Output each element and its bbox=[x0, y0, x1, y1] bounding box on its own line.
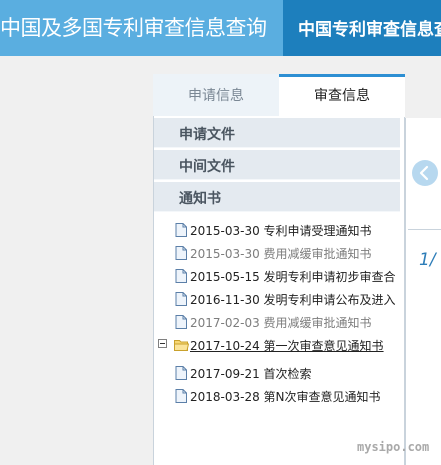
section-label: 中间文件 bbox=[179, 159, 235, 175]
section-application-files[interactable]: 申请文件 bbox=[154, 118, 400, 148]
tree-item[interactable]: 2017-09-21 首次检索 bbox=[154, 362, 400, 384]
nav-label: 中国专利审查信息查询 bbox=[298, 20, 441, 40]
notice-tree: 2015-03-30 专利申请受理通知书 2015-03-30 费用减缓审批通知… bbox=[154, 216, 400, 465]
tree-item[interactable]: 2015-03-30 专利申请受理通知书 bbox=[154, 219, 400, 241]
tree-item-label: 2015-03-30 费用减缓审批通知书 bbox=[190, 247, 372, 261]
document-icon bbox=[175, 389, 187, 403]
tab-bar: 申请信息 审查信息 bbox=[153, 74, 405, 117]
page-indicator: 1/ bbox=[419, 250, 436, 270]
site-title[interactable]: 中国及多国专利审查信息查询 bbox=[0, 12, 267, 42]
document-icon bbox=[175, 366, 187, 380]
collapse-toggle-icon[interactable] bbox=[158, 339, 167, 348]
tree-item-label: 2017-09-21 首次检索 bbox=[190, 367, 312, 381]
watermark: mysipo.com bbox=[357, 440, 430, 454]
tree-item-label: 2018-03-28 第N次审查意见通知书 bbox=[190, 390, 381, 404]
document-icon bbox=[175, 292, 187, 306]
tree-item[interactable]: 2015-05-15 发明专利申请初步审查合 bbox=[154, 265, 400, 287]
chevron-left-icon bbox=[419, 165, 429, 181]
document-icon bbox=[175, 269, 187, 283]
tree-item[interactable]: 2018-03-28 第N次审查意见通知书 bbox=[154, 385, 400, 407]
section-notices[interactable]: 通知书 bbox=[154, 182, 400, 212]
tree-item-label: 2015-03-30 专利申请受理通知书 bbox=[190, 224, 372, 238]
tree-item[interactable]: 2016-11-30 发明专利申请公布及进入 bbox=[154, 288, 400, 310]
tree-item[interactable]: 2015-03-30 费用减缓审批通知书 bbox=[154, 242, 400, 264]
section-label: 通知书 bbox=[179, 191, 221, 207]
tree-item-label: 2016-11-30 发明专利申请公布及进入 bbox=[190, 293, 396, 307]
folder-open-icon bbox=[174, 340, 189, 351]
tree-item-expandable[interactable]: 2017-10-24 第一次审查意见通知书 bbox=[154, 334, 400, 356]
tab-application-info[interactable]: 申请信息 bbox=[153, 74, 279, 116]
prev-page-button[interactable] bbox=[412, 160, 438, 186]
tree-item-label: 2017-10-24 第一次审查意见通知书 bbox=[190, 339, 384, 353]
section-intermediate-files[interactable]: 中间文件 bbox=[154, 150, 400, 180]
document-icon bbox=[175, 246, 187, 260]
document-icon bbox=[175, 223, 187, 237]
header-banner: 中国及多国专利审查信息查询 中国专利审查信息查询 bbox=[0, 0, 441, 56]
tree-item-label: 2015-05-15 发明专利申请初步审查合 bbox=[190, 270, 396, 284]
nav-china-patent-query[interactable]: 中国专利审查信息查询 bbox=[283, 0, 441, 56]
tab-examination-info[interactable]: 审查信息 bbox=[279, 74, 405, 117]
section-label: 申请文件 bbox=[179, 127, 235, 143]
tree-item[interactable]: 2017-02-03 费用减缓审批通知书 bbox=[154, 311, 400, 333]
document-icon bbox=[175, 315, 187, 329]
tree-item-label: 2017-02-03 费用减缓审批通知书 bbox=[190, 316, 372, 330]
